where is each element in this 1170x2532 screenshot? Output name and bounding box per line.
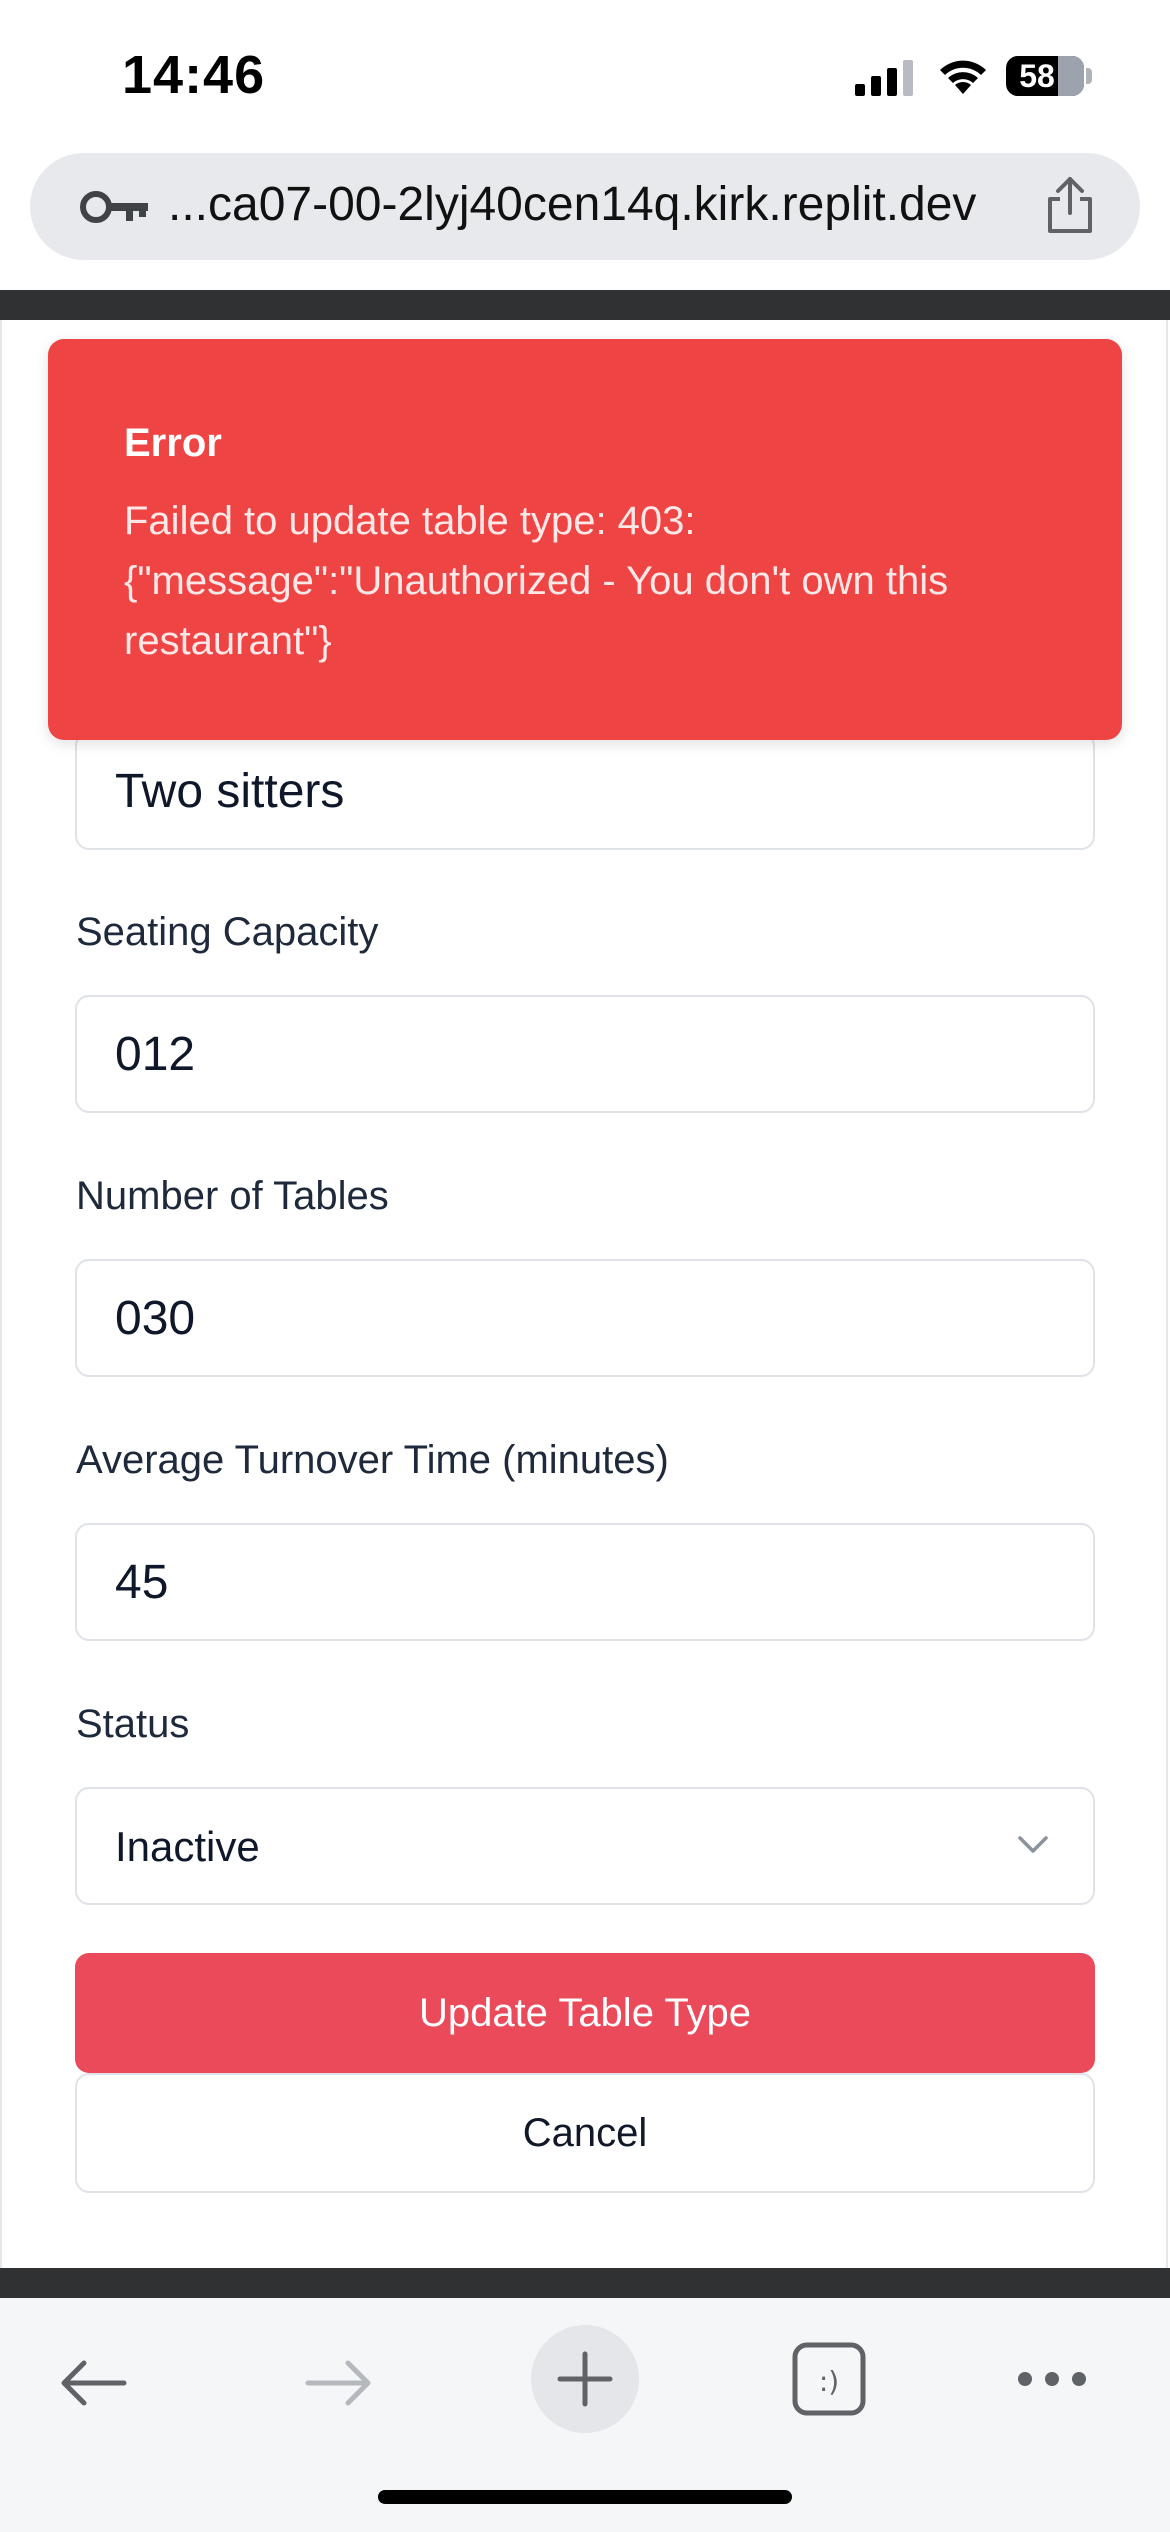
battery-level: 58 (1019, 58, 1055, 94)
name-field[interactable]: Two sitters (75, 732, 1095, 850)
new-tab-plus-icon[interactable] (530, 2324, 640, 2434)
status-select[interactable]: Inactive (75, 1787, 1095, 1905)
toast-title: Error (124, 421, 222, 465)
turnover-time-value: 45 (115, 1556, 169, 1609)
page-bottom-border (0, 2268, 1170, 2298)
forward-arrow-icon[interactable] (304, 2358, 374, 2408)
tabs-icon[interactable]: :) (792, 2342, 866, 2416)
status-bar: 14:46 58 (0, 0, 1170, 150)
battery-icon: 58 (1006, 56, 1084, 96)
svg-text::): :) (819, 2365, 839, 2398)
update-table-type-button[interactable]: Update Table Type (75, 1953, 1095, 2073)
seating-capacity-field[interactable]: 012 (75, 995, 1095, 1113)
url-text: ...ca07-00-2lyj40cen14q.kirk.replit.dev (168, 178, 977, 231)
home-indicator (378, 2490, 792, 2504)
turnover-time-field[interactable]: 45 (75, 1523, 1095, 1641)
status-value: Inactive (115, 1823, 260, 1870)
chevron-down-icon (1018, 1836, 1048, 1853)
name-value: Two sitters (115, 765, 345, 818)
number-of-tables-field[interactable]: 030 (75, 1259, 1095, 1377)
back-arrow-icon[interactable] (58, 2358, 128, 2408)
key-icon (80, 191, 148, 223)
toast-message: Failed to update table type: 403: {"mess… (124, 499, 949, 663)
seating-capacity-value: 012 (115, 1028, 196, 1081)
number-of-tables-value: 030 (115, 1292, 196, 1345)
seating-capacity-label: Seating Capacity (76, 910, 379, 954)
more-options-icon[interactable] (1016, 2368, 1088, 2390)
page-top-border (0, 290, 1170, 320)
wifi-icon (940, 60, 986, 94)
turnover-time-label: Average Turnover Time (minutes) (76, 1438, 669, 1482)
address-bar[interactable]: ...ca07-00-2lyj40cen14q.kirk.replit.dev (30, 153, 1140, 260)
error-toast: Error Failed to update table type: 403: … (48, 339, 1122, 740)
number-of-tables-label: Number of Tables (76, 1174, 389, 1218)
cancel-button[interactable]: Cancel (75, 2073, 1095, 2193)
status-label: Status (76, 1702, 190, 1746)
battery-tip (1086, 68, 1092, 84)
share-icon[interactable] (1042, 175, 1098, 235)
cellular-signal-icon (855, 60, 913, 96)
status-time: 14:46 (122, 45, 266, 105)
